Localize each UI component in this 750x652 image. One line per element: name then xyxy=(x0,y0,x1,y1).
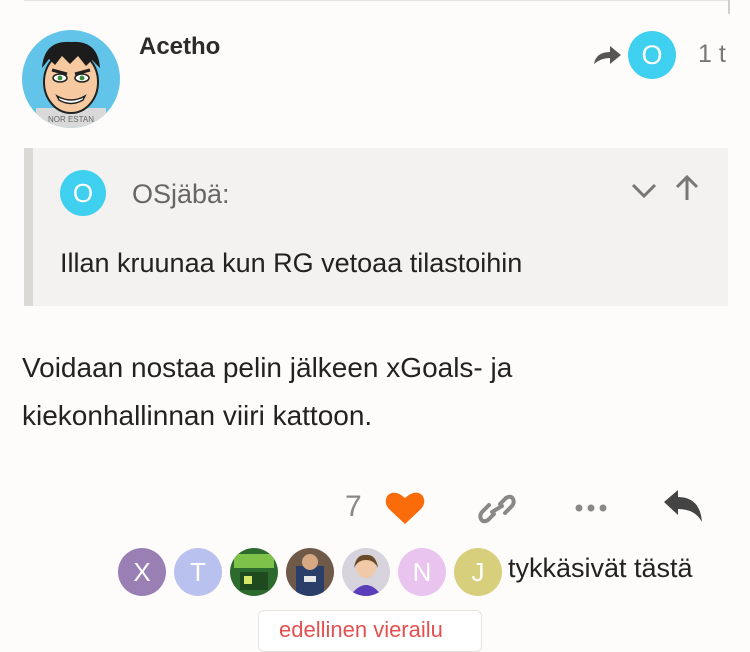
arrow-up-icon[interactable] xyxy=(674,174,700,202)
liker-avatar-photo-3[interactable] xyxy=(342,548,390,596)
avatar[interactable]: NOR ESTAN xyxy=(22,30,120,128)
likers-label[interactable]: tykkäsivät tästä xyxy=(508,553,693,584)
avatar-caption: NOR ESTAN xyxy=(48,115,94,124)
post-body: Voidaan nostaa pelin jälkeen xGoals- ja … xyxy=(22,352,513,431)
link-icon[interactable] xyxy=(478,492,516,526)
post-username[interactable]: Acetho xyxy=(139,33,220,61)
chevron-down-icon[interactable] xyxy=(630,180,658,202)
quote-block: O OSjäbä: Illan kruunaa kun RG vetoaa ti… xyxy=(24,148,728,306)
like-count[interactable]: 7 xyxy=(345,490,362,524)
post-date[interactable]: 1 t xyxy=(698,40,726,69)
heart-icon[interactable] xyxy=(384,490,426,526)
quote-bar xyxy=(24,148,33,306)
quote-text: Illan kruunaa kun RG vetoaa tilastoihin xyxy=(60,248,523,278)
reply-icon[interactable] xyxy=(662,488,704,526)
liker-avatar-n[interactable]: N xyxy=(398,548,446,596)
more-icon[interactable] xyxy=(574,498,608,518)
reply-to-avatar[interactable]: O xyxy=(628,31,676,79)
liker-avatar-photo-1[interactable] xyxy=(230,548,278,596)
top-divider xyxy=(24,0,728,1)
last-visit-badge: edellinen vierailu xyxy=(258,610,482,652)
scrollbar[interactable] xyxy=(728,0,730,14)
quote-avatar[interactable]: O xyxy=(60,170,106,216)
last-visit-text: edellinen vierailu xyxy=(279,617,443,642)
liker-avatar-j[interactable]: J xyxy=(454,548,502,596)
liker-avatar-x[interactable]: X xyxy=(118,548,166,596)
quote-username: OSjäbä: xyxy=(132,179,230,209)
reply-to-icon[interactable] xyxy=(592,44,622,66)
liker-avatar-photo-2[interactable] xyxy=(286,548,334,596)
liker-avatar-t[interactable]: T xyxy=(174,548,222,596)
